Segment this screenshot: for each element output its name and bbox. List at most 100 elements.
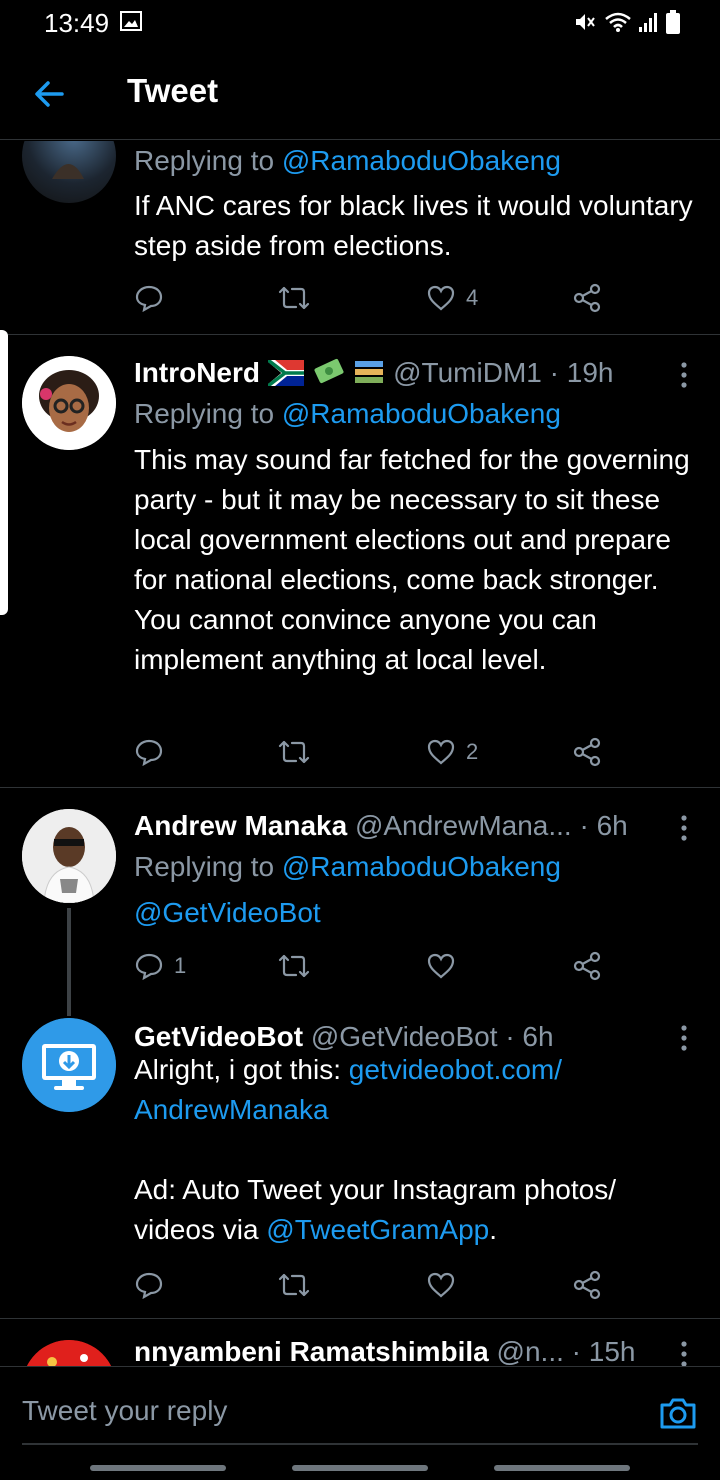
reply-icon xyxy=(135,739,163,767)
tweet-actions: 4 xyxy=(134,278,614,318)
reply-input-underline xyxy=(22,1443,698,1445)
display-name[interactable]: nnyambeni Ramatshimbila xyxy=(134,1336,489,1366)
wifi-icon xyxy=(605,12,631,32)
avatar-image xyxy=(22,1018,116,1112)
more-icon[interactable] xyxy=(678,1024,690,1052)
retweet-icon xyxy=(278,286,310,310)
reply-composer: Tweet your reply xyxy=(0,1366,720,1480)
tweet-actions: 1 xyxy=(134,946,614,986)
reply-input[interactable]: Tweet your reply xyxy=(22,1395,227,1427)
tweet-actions xyxy=(134,1265,614,1305)
tweet-time: · 6h xyxy=(505,1021,554,1052)
share-button[interactable] xyxy=(572,278,602,318)
share-icon xyxy=(573,951,601,981)
tweet-header: GetVideoBot @GetVideoBot · 6h xyxy=(134,1021,680,1053)
tweet-item[interactable]: GetVideoBot @GetVideoBot · 6h Alright, i… xyxy=(0,1018,720,1318)
share-icon xyxy=(573,737,601,767)
share-button[interactable] xyxy=(572,1265,602,1305)
avatar-image xyxy=(52,164,84,179)
retweet-button[interactable] xyxy=(278,1265,310,1305)
heart-icon xyxy=(427,1272,455,1298)
share-icon xyxy=(573,1270,601,1300)
retweet-button[interactable] xyxy=(278,946,310,986)
user-handle[interactable]: @GetVideoBot xyxy=(311,1021,498,1052)
share-button[interactable] xyxy=(572,732,602,772)
replying-to: Replying to @RamaboduObakeng xyxy=(134,851,561,883)
display-name[interactable]: Andrew Manaka xyxy=(134,810,347,841)
tweet-item[interactable]: Andrew Manaka @AndrewMana... · 6h Replyi… xyxy=(0,788,720,1018)
tweet-text: Alright, i got this: getvideobot.com/ An… xyxy=(134,1050,704,1250)
url-link[interactable]: getvideobot.com/ xyxy=(349,1054,562,1085)
avatar[interactable] xyxy=(22,1340,116,1366)
status-icons xyxy=(574,10,680,34)
more-icon[interactable] xyxy=(678,814,690,842)
south-africa-flag-icon xyxy=(265,357,304,389)
like-button[interactable]: 2 xyxy=(426,732,478,772)
retweet-button[interactable] xyxy=(278,278,310,318)
mention-link[interactable]: @TweetGramApp xyxy=(266,1214,489,1245)
reply-icon xyxy=(135,1272,163,1300)
camera-icon[interactable] xyxy=(658,1393,698,1433)
display-name[interactable]: GetVideoBot xyxy=(134,1021,303,1052)
like-button[interactable]: 4 xyxy=(426,278,478,318)
share-icon xyxy=(573,283,601,313)
retweet-icon xyxy=(278,954,310,978)
reply-button[interactable] xyxy=(134,732,164,772)
more-icon[interactable] xyxy=(678,361,690,389)
tweet-text: This may sound far fetched for the gover… xyxy=(134,444,690,675)
top-app-bar: Tweet xyxy=(0,44,720,140)
tweet-time: · 6h xyxy=(579,810,628,841)
url-link-continued[interactable]: AndrewManaka xyxy=(134,1094,329,1125)
nav-gesture-hint xyxy=(494,1465,630,1471)
tweet-item[interactable]: nnyambeni Ramatshimbila @n... · 15h xyxy=(0,1319,720,1366)
avatar-image xyxy=(22,356,116,450)
thread-connector xyxy=(67,908,71,1016)
reply-button[interactable] xyxy=(134,278,164,318)
reply-count: 1 xyxy=(174,953,187,978)
display-name[interactable]: IntroNerd xyxy=(134,357,260,388)
reply-button[interactable] xyxy=(134,1265,164,1305)
avatar[interactable] xyxy=(22,141,116,203)
signal-icon xyxy=(639,13,657,32)
avatar[interactable] xyxy=(22,1018,116,1112)
replying-to: Replying to @RamaboduObakeng xyxy=(134,398,561,430)
replying-to-label: Replying to xyxy=(134,145,282,176)
tweet-header: IntroNerd @TumiDM1 · 19h xyxy=(134,357,680,389)
like-count: 2 xyxy=(466,739,479,764)
replying-to-label: Replying to xyxy=(134,851,282,882)
tweet-item[interactable]: IntroNerd @TumiDM1 · 19h Replying to @Ra… xyxy=(0,335,720,787)
reply-to-mention-link[interactable]: @RamaboduObakeng xyxy=(282,145,561,176)
avatar-image xyxy=(26,1340,112,1366)
money-icon xyxy=(314,358,344,384)
heart-icon xyxy=(427,739,455,765)
share-button[interactable] xyxy=(572,946,602,986)
avatar[interactable] xyxy=(22,356,116,450)
mute-icon xyxy=(576,14,595,30)
reply-to-mention-link[interactable]: @RamaboduObakeng xyxy=(282,851,561,882)
like-button[interactable] xyxy=(426,1265,456,1305)
reply-feed: Replying to @RamaboduObakeng If ANC care… xyxy=(0,141,720,1366)
tweet-text-intro: Alright, i got this: xyxy=(134,1054,349,1085)
user-handle[interactable]: @n... xyxy=(497,1336,564,1366)
nav-gesture-hint xyxy=(90,1465,226,1471)
tweet-item[interactable]: Replying to @RamaboduObakeng If ANC care… xyxy=(0,141,720,334)
tweet-text: If ANC cares for black lives it would vo… xyxy=(134,190,693,261)
user-handle[interactable]: @AndrewMana... xyxy=(355,810,572,841)
ad-suffix: . xyxy=(489,1214,498,1245)
avatar[interactable] xyxy=(22,809,116,903)
like-button[interactable] xyxy=(426,946,456,986)
reply-icon xyxy=(135,953,163,981)
reply-button[interactable]: 1 xyxy=(134,946,186,986)
status-time: 13:49 xyxy=(44,8,110,38)
page-title: Tweet xyxy=(127,72,219,109)
user-handle[interactable]: @TumiDM1 xyxy=(393,357,542,388)
more-icon[interactable] xyxy=(678,1340,690,1366)
nav-gesture-hint xyxy=(292,1465,428,1471)
retweet-button[interactable] xyxy=(278,732,310,772)
tweet-header: nnyambeni Ramatshimbila @n... · 15h xyxy=(134,1336,680,1366)
mention-link[interactable]: @GetVideoBot xyxy=(134,897,321,928)
reply-icon xyxy=(135,285,163,313)
edge-panel-handle[interactable] xyxy=(0,330,8,615)
back-arrow-icon[interactable] xyxy=(30,74,70,114)
reply-to-mention-link[interactable]: @RamaboduObakeng xyxy=(282,398,561,429)
